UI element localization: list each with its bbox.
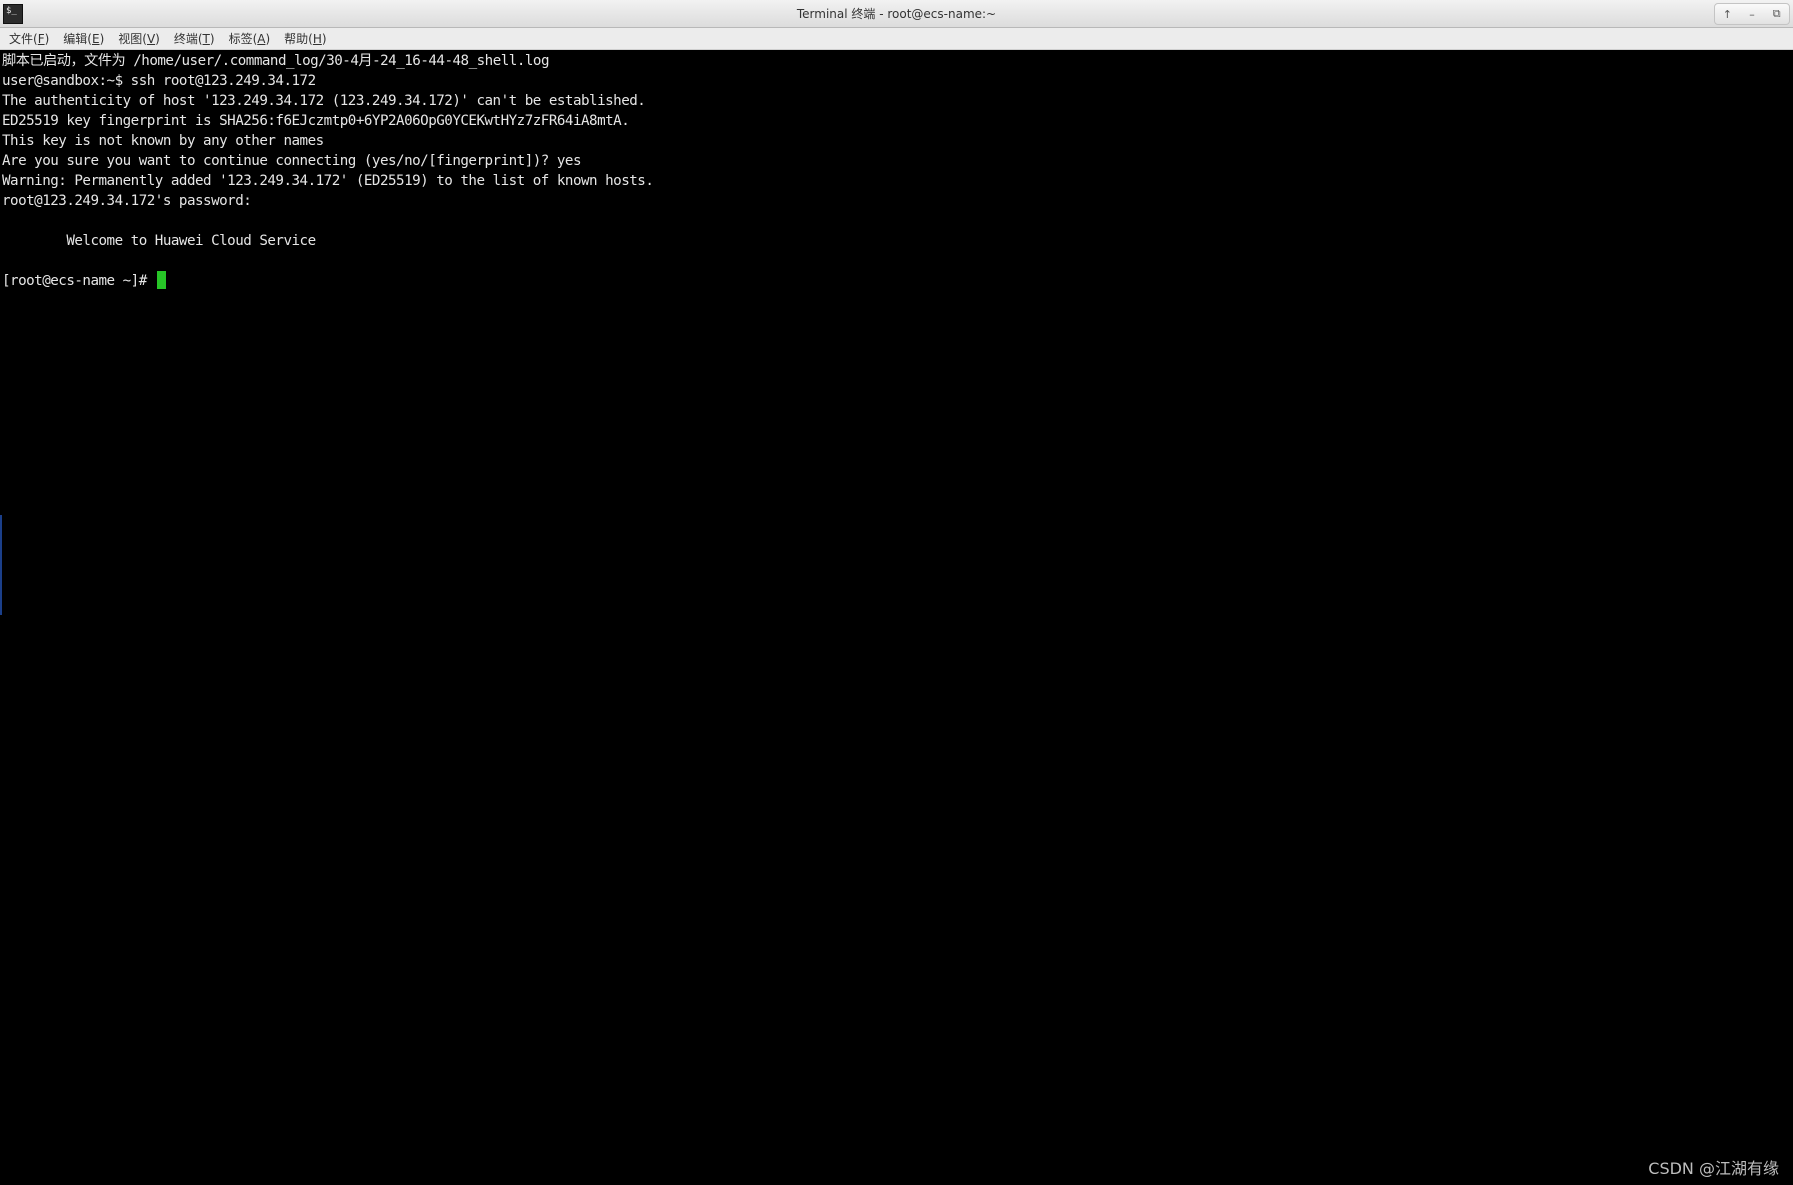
terminal-line: 脚本已启动，文件为 /home/user/.command_log/30-4月-… bbox=[2, 53, 550, 69]
minimize-icon[interactable]: – bbox=[1743, 5, 1761, 23]
terminal-window: $_ Terminal 终端 - root@ecs-name:~ ↑ – ⧉ 文… bbox=[0, 0, 1793, 1185]
terminal-line: Are you sure you want to continue connec… bbox=[2, 153, 582, 169]
prompt-line[interactable]: [root@ecs-name ~]# bbox=[2, 271, 1793, 291]
window-title: Terminal 终端 - root@ecs-name:~ bbox=[796, 7, 997, 21]
terminal-line: The authenticity of host '123.249.34.172… bbox=[2, 93, 646, 109]
menu-view[interactable]: 视图(V) bbox=[118, 30, 160, 47]
menu-edit[interactable]: 编辑(E) bbox=[63, 30, 104, 47]
menu-bar: 文件(F) 编辑(E) 视图(V) 终端(T) 标签(A) 帮助(H) bbox=[0, 28, 1793, 50]
window-controls: ↑ – ⧉ bbox=[1714, 3, 1790, 25]
watermark: CSDN @江湖有缘 bbox=[1648, 1159, 1779, 1178]
terminal-line: Welcome to Huawei Cloud Service bbox=[2, 233, 316, 249]
up-icon[interactable]: ↑ bbox=[1718, 5, 1736, 23]
terminal-line: root@123.249.34.172's password: bbox=[2, 193, 252, 209]
terminal-line: user@sandbox:~$ ssh root@123.249.34.172 bbox=[2, 73, 316, 89]
menu-terminal[interactable]: 终端(T) bbox=[174, 30, 215, 47]
terminal-line: This key is not known by any other names bbox=[2, 133, 324, 149]
terminal-output[interactable]: 脚本已启动，文件为 /home/user/.command_log/30-4月-… bbox=[0, 50, 1793, 1185]
title-bar[interactable]: $_ Terminal 终端 - root@ecs-name:~ ↑ – ⧉ bbox=[0, 0, 1793, 28]
window-edge-accent bbox=[0, 515, 2, 615]
menu-file[interactable]: 文件(F) bbox=[9, 30, 49, 47]
shell-prompt: [root@ecs-name ~]# bbox=[2, 273, 155, 289]
menu-help[interactable]: 帮助(H) bbox=[284, 30, 326, 47]
text-cursor bbox=[156, 271, 166, 289]
terminal-line: ED25519 key fingerprint is SHA256:f6EJcz… bbox=[2, 113, 630, 129]
menu-tabs[interactable]: 标签(A) bbox=[229, 30, 271, 47]
terminal-line: Warning: Permanently added '123.249.34.1… bbox=[2, 173, 654, 189]
restore-icon[interactable]: ⧉ bbox=[1768, 5, 1786, 23]
